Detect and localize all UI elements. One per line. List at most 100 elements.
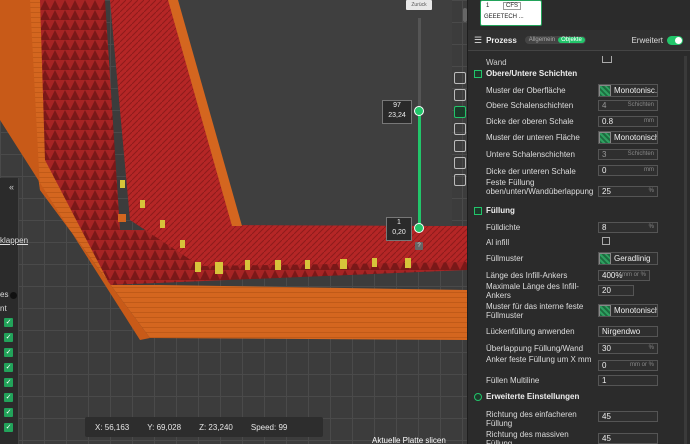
section-erweiterte[interactable]: Erweiterte Einstellungen: [474, 392, 579, 401]
coord-z: Z: 23,240: [199, 422, 233, 432]
input[interactable]: 8%: [598, 222, 658, 233]
object-checkbox[interactable]: ✓: [4, 333, 13, 342]
slider-bottom-handle[interactable]: [414, 223, 424, 233]
printer-name: GEEETECH ...: [484, 14, 524, 20]
value: 400%: [602, 271, 623, 280]
value: 4: [602, 101, 607, 110]
filament-badge[interactable]: CFS: [503, 2, 521, 10]
label: Lückenfüllung anwenden: [486, 327, 575, 336]
label: Maximale Länge des Infill-Ankers: [486, 282, 579, 300]
label: Muster der Oberfläche: [486, 86, 566, 95]
input[interactable]: 0.8 mm: [598, 116, 658, 127]
pattern-select[interactable]: Monotonisc...: [598, 84, 658, 97]
tab-switch[interactable]: Allgemein Objekte: [524, 36, 586, 44]
tab-objekte[interactable]: Objekte: [558, 37, 585, 43]
collapse-chevron-icon[interactable]: «: [9, 182, 14, 192]
slider-help-icon[interactable]: ?: [415, 242, 423, 250]
value: 0.8: [602, 117, 614, 126]
al-infill-checkbox[interactable]: [602, 237, 610, 245]
input[interactable]: 4 Schichten: [598, 100, 658, 111]
label: Untere Schalenschichten: [486, 150, 575, 159]
printer-number: 1: [486, 3, 490, 9]
label: Anker feste Füllung um X mm: [486, 355, 592, 364]
support-icon[interactable]: [454, 140, 466, 152]
pattern-icon: [599, 253, 611, 264]
object-checkbox[interactable]: ✓: [4, 423, 13, 432]
wand-checkbox[interactable]: [602, 56, 612, 63]
pattern-select[interactable]: Geradlinig: [598, 252, 658, 265]
label: Füllen Multiline: [486, 376, 540, 385]
input[interactable]: 400% mm or %: [598, 270, 650, 281]
object-checkbox[interactable]: ✓: [4, 378, 13, 387]
value: 1: [602, 376, 607, 385]
input[interactable]: 3 Schichten: [598, 149, 658, 160]
view-toolbar: [452, 70, 467, 200]
label: Fülldichte: [486, 223, 521, 232]
object-checkbox[interactable]: ✓: [4, 393, 13, 402]
section-obere-untere[interactable]: Obere/Untere Schichten: [474, 69, 577, 78]
value: Monotonisc...: [614, 86, 658, 95]
cut-icon[interactable]: [454, 157, 466, 169]
value: 45: [602, 412, 611, 421]
section-fuellung[interactable]: Füllung: [474, 206, 515, 215]
speed-icon[interactable]: [454, 123, 466, 135]
input[interactable]: 0 mm: [598, 165, 658, 176]
unit: Schichten: [627, 102, 654, 108]
input[interactable]: 45: [598, 411, 658, 422]
slider-bottom-label: 1 0,20: [386, 217, 412, 241]
value: 0: [602, 361, 607, 370]
pattern-select[interactable]: Monotonisch: [598, 131, 658, 144]
process-header: ☰ Prozess Allgemein Objekte Erweitert: [468, 30, 690, 51]
text-icon[interactable]: [454, 89, 466, 101]
slider-top-handle[interactable]: [414, 106, 424, 116]
unit: mm: [644, 167, 654, 173]
input[interactable]: 30%: [598, 343, 658, 354]
object-checkbox[interactable]: ✓: [4, 348, 13, 357]
section-title: Erweiterte Einstellungen: [486, 392, 580, 401]
layer-slider[interactable]: ?: [413, 18, 427, 254]
coord-y: Y: 69,028: [147, 422, 182, 432]
left-fragment-nt: nt: [0, 304, 7, 313]
label: Länge des Infill-Ankers: [486, 271, 568, 280]
3d-viewport[interactable]: Zurück ? 97 23,24 1 0,20 « klappen es nt…: [0, 0, 467, 444]
coord-x: X: 56,163: [95, 422, 130, 432]
flat-layer-icon[interactable]: [454, 72, 466, 84]
input[interactable]: 0 mm or %: [598, 360, 658, 371]
label: Obere Schalenschichten: [486, 101, 574, 110]
settings-panel: 1 CFS GEEETECH ... ☰ Prozess Allgemein O…: [467, 0, 690, 444]
value: 25: [602, 187, 611, 196]
label: Muster für das interne feste Füllmuster: [486, 302, 584, 320]
back-button[interactable]: Zurück: [406, 0, 432, 10]
tab-allgemein[interactable]: Allgemein: [526, 37, 558, 43]
panel-scrollbar[interactable]: [684, 56, 687, 444]
object-checkbox[interactable]: ✓: [4, 363, 13, 372]
dropdown[interactable]: Nirgendwo: [598, 326, 658, 337]
label: Füllmuster: [486, 254, 524, 263]
section-title: Obere/Untere Schichten: [486, 69, 578, 78]
input[interactable]: 1: [598, 375, 658, 386]
value: Monotonisch: [614, 133, 658, 142]
infill-icon: [474, 206, 482, 215]
left-radio[interactable]: [10, 292, 17, 299]
label: Dicke der oberen Schale: [486, 117, 574, 126]
slider-top-layer: 97: [393, 102, 401, 109]
pattern-select[interactable]: Monotonisch: [598, 304, 658, 317]
object-checkbox[interactable]: ✓: [4, 318, 13, 327]
input[interactable]: 45: [598, 433, 658, 444]
left-fragment-klappen[interactable]: klappen: [0, 236, 28, 245]
label: Feste Füllung oben/unten/Wandüberlappung: [486, 178, 594, 196]
input[interactable]: 25%: [598, 186, 658, 197]
object-checkbox[interactable]: ✓: [4, 408, 13, 417]
unit: %: [648, 224, 654, 230]
object-icon[interactable]: [454, 174, 466, 186]
pattern-icon: [599, 85, 611, 96]
slice-plate-button[interactable]: Aktuelle Platte slicen: [372, 436, 446, 444]
layer-view-icon[interactable]: [454, 106, 466, 118]
erweitert-label: Erweitert: [631, 35, 663, 45]
slider-top-height: 23,24: [388, 112, 406, 119]
label: Überlappung Füllung/Wand: [486, 344, 584, 353]
input[interactable]: 20: [598, 285, 634, 296]
printer-selector[interactable]: 1 CFS GEEETECH ...: [480, 0, 542, 26]
advanced-toggle[interactable]: [667, 35, 683, 45]
pattern-icon: [599, 305, 611, 316]
